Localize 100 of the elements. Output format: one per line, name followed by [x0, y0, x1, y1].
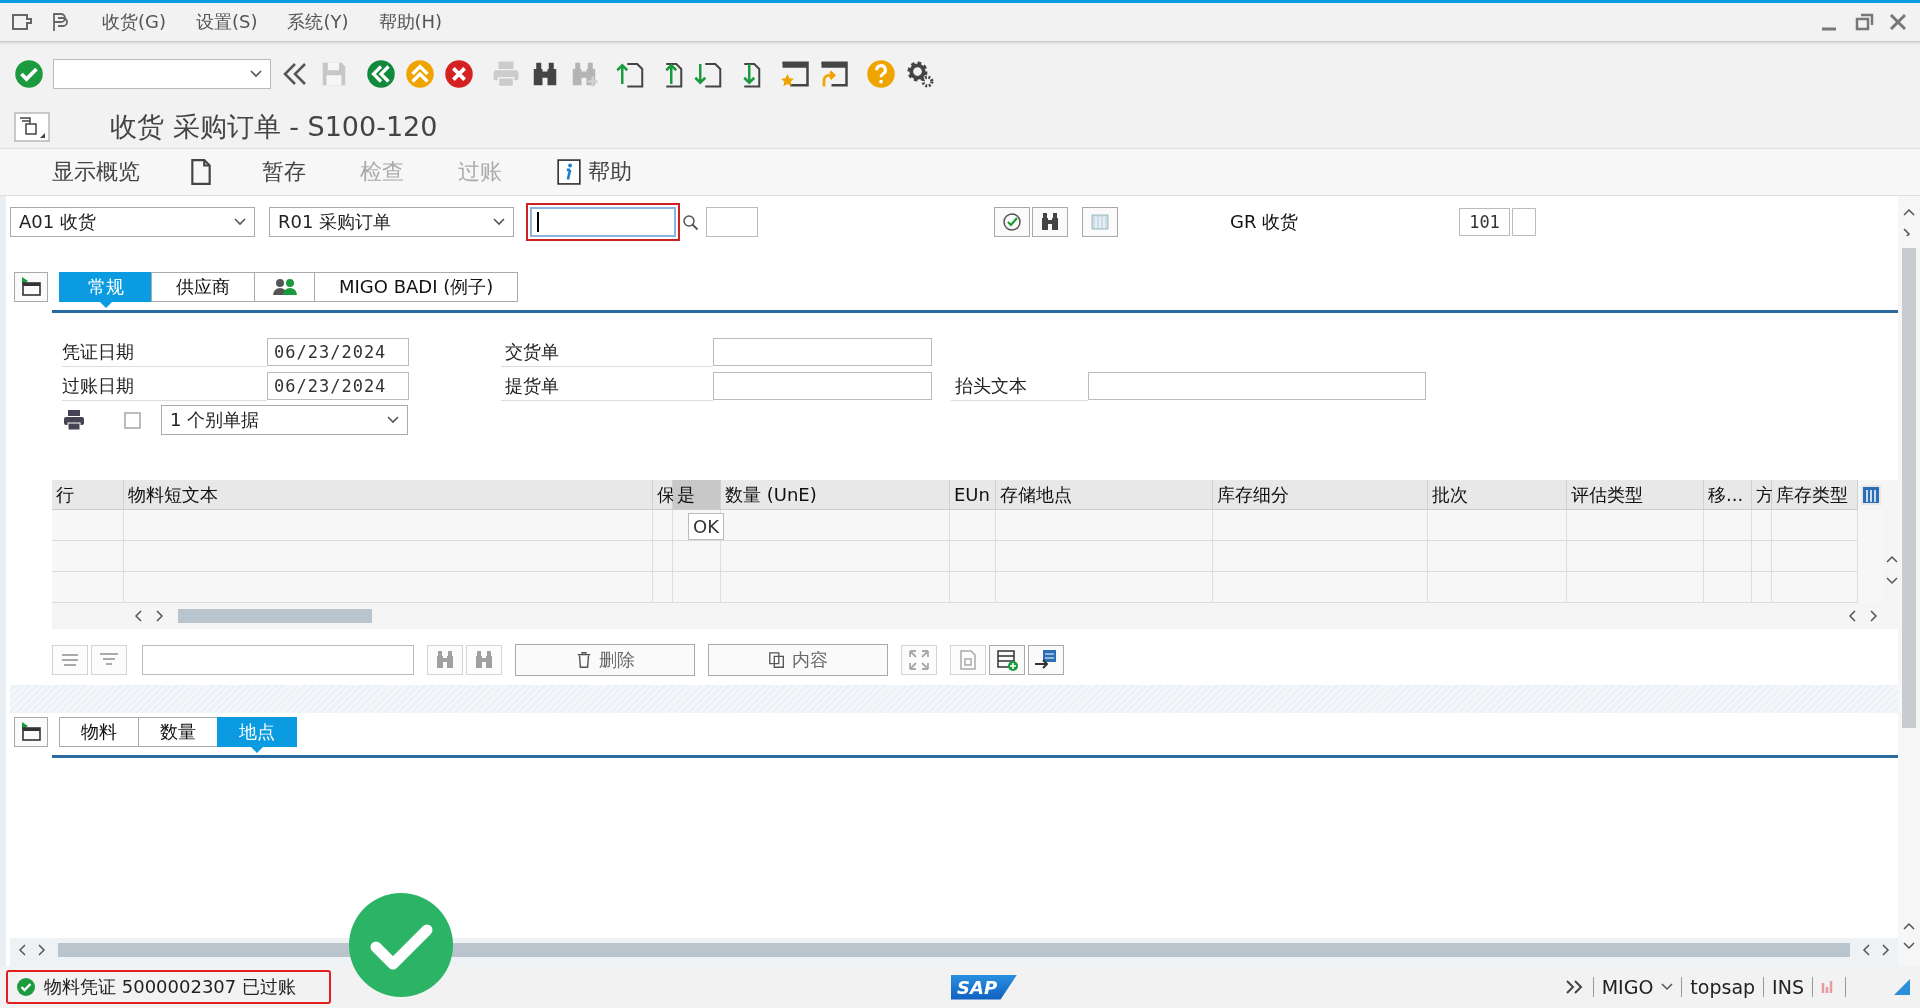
column-header[interactable]: 是 — [673, 480, 721, 510]
scroll-right-icon[interactable] — [1870, 610, 1878, 622]
column-header[interactable]: 库存细分 — [1213, 480, 1428, 510]
column-header[interactable]: 批次 — [1428, 480, 1567, 510]
restore-icon[interactable] — [1854, 12, 1874, 32]
field-label: 提货单 — [501, 371, 713, 401]
scroll-thumb[interactable] — [58, 943, 1850, 957]
command-field[interactable] — [53, 59, 271, 89]
scroll-thumb[interactable] — [178, 609, 372, 623]
binoculars-icon[interactable] — [1032, 207, 1068, 237]
screen-menu-icon[interactable] — [14, 112, 50, 142]
caret-icon — [387, 416, 399, 424]
scroll-up-icon[interactable] — [1903, 922, 1915, 930]
column-header[interactable]: 存储地点 — [996, 480, 1213, 510]
column-header[interactable]: 方 — [1752, 480, 1772, 510]
table-cell — [1704, 541, 1752, 572]
caret-icon[interactable] — [1661, 983, 1674, 991]
table-cell — [950, 572, 996, 603]
table-cell — [653, 541, 673, 572]
input-field[interactable] — [713, 372, 932, 400]
column-header[interactable]: 库存类型 — [1772, 480, 1858, 510]
table-cell — [1752, 541, 1772, 572]
help-button[interactable]: 帮助 — [552, 155, 636, 189]
check-icon[interactable] — [14, 59, 44, 89]
input-field[interactable] — [713, 338, 932, 366]
column-header[interactable]: 移... — [1704, 480, 1752, 510]
status-message[interactable]: 物料凭证 5000002307 已过账 — [6, 970, 331, 1004]
field-label: 凭证日期 — [62, 337, 267, 367]
toolbar-button[interactable]: 暂存 — [258, 155, 310, 189]
scroll-up-icon[interactable] — [1903, 208, 1915, 216]
action-dropdown[interactable]: A01 收货 — [10, 207, 255, 237]
menu-item[interactable]: 帮助(H) — [378, 10, 443, 34]
column-header[interactable]: 行 — [52, 480, 124, 510]
scroll-up-icon[interactable] — [1886, 555, 1898, 563]
new-document-icon[interactable] — [190, 159, 212, 185]
scroll-left-icon[interactable] — [1862, 944, 1870, 956]
column-header[interactable]: 评估类型 — [1567, 480, 1704, 510]
caret-icon — [234, 218, 246, 226]
back-icon[interactable] — [366, 59, 396, 89]
field-label: 交货单 — [501, 337, 713, 367]
close-icon[interactable] — [1888, 12, 1908, 32]
menu-item[interactable]: 收货(G) — [102, 10, 166, 34]
table-cell — [1704, 510, 1752, 541]
menu-item[interactable]: 设置(S) — [196, 10, 258, 34]
column-header[interactable]: EUn — [950, 480, 996, 510]
scroll-thumb[interactable] — [1902, 248, 1916, 728]
success-icon — [16, 977, 36, 997]
table-cell — [1752, 510, 1772, 541]
field-label: 抬头文本 — [951, 371, 1088, 401]
window-arrow-icon[interactable] — [819, 59, 849, 89]
scroll-left-icon[interactable] — [1848, 610, 1856, 622]
copy-icon — [768, 651, 786, 669]
scroll-left-icon[interactable] — [18, 944, 26, 956]
scroll-left-icon[interactable] — [134, 610, 142, 622]
column-settings-icon[interactable] — [1860, 485, 1881, 505]
search-help-icon[interactable] — [680, 212, 700, 232]
header-text-field[interactable] — [1088, 372, 1426, 400]
tab[interactable]: MIGO BADI (例子) — [314, 272, 519, 302]
input-field[interactable] — [142, 645, 414, 675]
special-stock-field[interactable] — [1512, 208, 1536, 236]
double-chevron-icon[interactable] — [1564, 979, 1585, 995]
tab[interactable]: 供应商 — [151, 272, 255, 302]
people-icon — [272, 277, 297, 297]
movement-type-field[interactable]: 101 — [1459, 208, 1510, 236]
print-option-dropdown[interactable]: 1 个别单据 — [161, 405, 408, 435]
server-name: topsap — [1690, 976, 1756, 998]
screen-title: 收货 采购订单 - S100-120 — [110, 110, 438, 144]
table-cell — [52, 541, 124, 572]
collapse-icon[interactable] — [14, 272, 48, 302]
menu-item[interactable]: 系统(Y) — [287, 10, 349, 34]
execute-icon[interactable] — [994, 207, 1030, 237]
toolbar-button[interactable]: 显示概览 — [48, 155, 144, 189]
transfer-icon[interactable] — [1028, 645, 1064, 675]
tab[interactable]: 数量 — [138, 717, 218, 747]
tab[interactable]: 物料 — [59, 717, 139, 747]
scroll-right-icon[interactable] — [156, 610, 164, 622]
date-field[interactable]: 06/23/2024 — [267, 372, 409, 400]
resize-grip-icon — [1894, 979, 1910, 995]
transaction-code[interactable]: MIGO — [1601, 976, 1654, 998]
window-star-icon[interactable] — [780, 59, 810, 89]
column-header[interactable]: 保 — [653, 480, 673, 510]
column-header[interactable]: 物料短文本 — [124, 480, 653, 510]
input-mode: INS — [1772, 976, 1804, 998]
trash-icon — [575, 651, 593, 669]
table-cell — [673, 572, 721, 603]
people-tab[interactable] — [254, 272, 315, 302]
date-field[interactable]: 06/23/2024 — [267, 338, 409, 366]
print-checkbox[interactable] — [124, 411, 141, 429]
column-header[interactable]: 数量 (UnE) — [721, 480, 950, 510]
caret-icon — [493, 218, 505, 226]
add-row-icon[interactable] — [989, 645, 1025, 675]
printer-icon[interactable] — [62, 408, 86, 432]
settings-icon[interactable] — [905, 59, 935, 89]
item-field[interactable] — [706, 207, 758, 237]
scroll-right-icon[interactable] — [1882, 944, 1890, 956]
reference-dropdown[interactable]: R01 采购订单 — [269, 207, 514, 237]
scroll-right-icon[interactable] — [38, 944, 46, 956]
cancel-icon[interactable] — [444, 59, 474, 89]
collapse-icon[interactable] — [14, 717, 48, 747]
table-cell — [950, 510, 996, 541]
